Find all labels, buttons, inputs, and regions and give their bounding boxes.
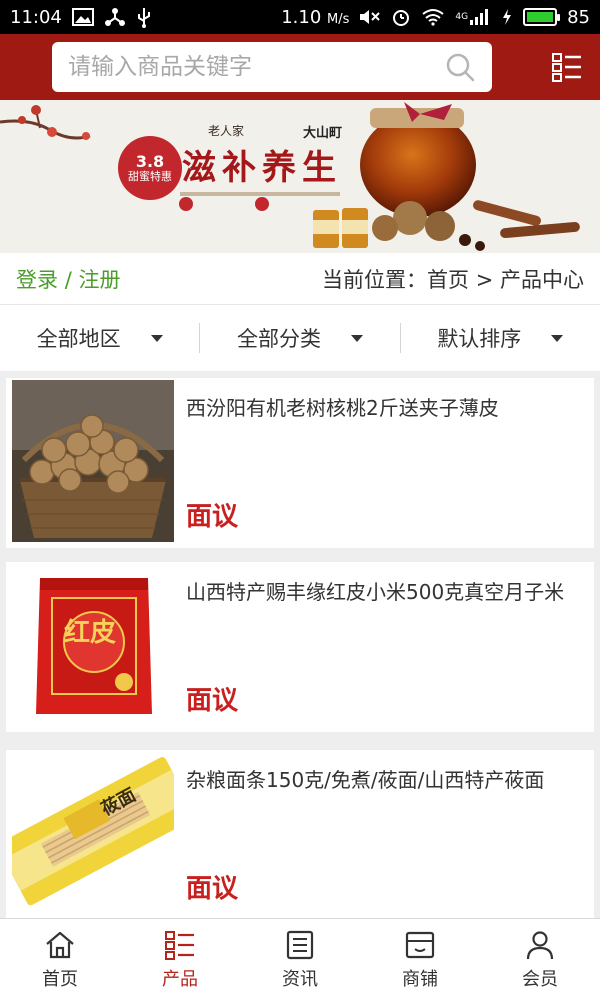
product-image-walnuts[interactable]	[12, 380, 174, 542]
tab-home-label: 首页	[42, 968, 78, 990]
login-register-links: 登录 / 注册	[16, 264, 120, 294]
breadcrumb-bar: 登录 / 注册 当前位置：首页 > 产品中心	[0, 253, 600, 305]
millet-package-text: 红皮	[64, 618, 117, 648]
filter-category[interactable]: 全部分类	[199, 323, 399, 353]
banner-brand: 大山町	[303, 126, 343, 141]
tab-products-label: 产品	[162, 968, 198, 990]
search-input[interactable]	[68, 54, 444, 80]
alarm-icon	[391, 7, 411, 27]
register-link[interactable]: 注册	[78, 268, 120, 292]
tab-member-label: 会员	[522, 968, 558, 990]
product-title[interactable]: 杂粮面条150克/免煮/莜面/山西特产莜面	[186, 764, 586, 793]
product-title[interactable]: 山西特产赐丰缘红皮小米500克真空月子米	[186, 576, 586, 605]
tab-shop[interactable]: 商铺	[360, 919, 480, 1000]
login-link[interactable]: 登录	[16, 268, 58, 292]
image-notification-icon	[71, 8, 94, 26]
caret-down-icon	[150, 334, 163, 342]
signal-icon: 4G	[455, 8, 491, 26]
header	[0, 34, 600, 100]
banner-headline: 滋补养生	[182, 148, 342, 188]
product-image-noodles[interactable]: 莜面	[12, 752, 174, 914]
breadcrumb: 当前位置：首页 > 产品中心	[322, 267, 584, 292]
product-title[interactable]: 西汾阳有机老树核桃2斤送夹子薄皮	[186, 392, 586, 421]
charging-icon	[501, 8, 513, 26]
news-icon	[286, 930, 314, 959]
status-left: 11:04	[10, 6, 152, 28]
filter-region-label: 全部地区	[36, 327, 121, 351]
product-item[interactable]: 红皮 山西特产赐丰缘红皮小米500克真空月子米 面议	[6, 562, 594, 732]
menu-list-icon[interactable]	[552, 52, 582, 82]
status-right: 1.10 M/s 4G 85	[281, 7, 590, 28]
search-box[interactable]	[52, 42, 492, 92]
promo-badge: 3.8 甜蜜特惠	[118, 136, 182, 200]
mute-icon	[359, 8, 381, 26]
status-time: 11:04	[10, 6, 62, 28]
product-price: 面议	[186, 502, 239, 532]
filter-sort[interactable]: 默认排序	[399, 323, 600, 353]
battery-icon	[523, 8, 561, 26]
product-price: 面议	[186, 874, 239, 904]
product-item[interactable]: 莜面 杂粮面条150克/免煮/莜面/山西特产莜面 面议	[6, 750, 594, 920]
grid-list-icon	[165, 930, 194, 960]
login-separator: /	[64, 267, 72, 292]
status-bar: 11:04 1.10 M/s 4G 85	[0, 0, 600, 34]
caret-down-icon	[551, 334, 564, 342]
home-icon	[46, 931, 74, 958]
promo-banner[interactable]: 3.8 甜蜜特惠 老人家 滋补养生 大山町	[0, 100, 600, 253]
filter-region[interactable]: 全部地区	[0, 323, 199, 353]
user-icon	[526, 930, 554, 959]
search-icon[interactable]	[444, 51, 476, 83]
product-item[interactable]: 西汾阳有机老树核桃2斤送夹子薄皮 面议	[6, 378, 594, 548]
tab-member[interactable]: 会员	[480, 919, 600, 1000]
shop-icon	[405, 931, 435, 958]
tab-products[interactable]: 产品	[120, 919, 240, 1000]
network-speed: 1.10 M/s	[281, 6, 350, 28]
filter-category-label: 全部分类	[236, 327, 321, 351]
product-image-millet[interactable]: 红皮	[12, 564, 174, 726]
tab-news-label: 资讯	[282, 968, 318, 990]
wifi-icon	[421, 8, 445, 26]
banner-brand-small: 老人家	[208, 124, 245, 138]
filter-bar: 全部地区 全部分类 默认排序	[0, 305, 600, 371]
tab-news[interactable]: 资讯	[240, 919, 360, 1000]
usb-icon	[136, 6, 152, 28]
product-price: 面议	[186, 686, 239, 716]
caret-down-icon	[350, 334, 363, 342]
tab-home[interactable]: 首页	[0, 919, 120, 1000]
filter-sort-label: 默认排序	[437, 327, 522, 351]
battery-level: 85	[567, 6, 590, 28]
share-icon	[104, 7, 126, 27]
bottom-tab-bar: 首页 产品 资讯 商铺 会员	[0, 918, 600, 1000]
tab-shop-label: 商铺	[402, 968, 438, 990]
